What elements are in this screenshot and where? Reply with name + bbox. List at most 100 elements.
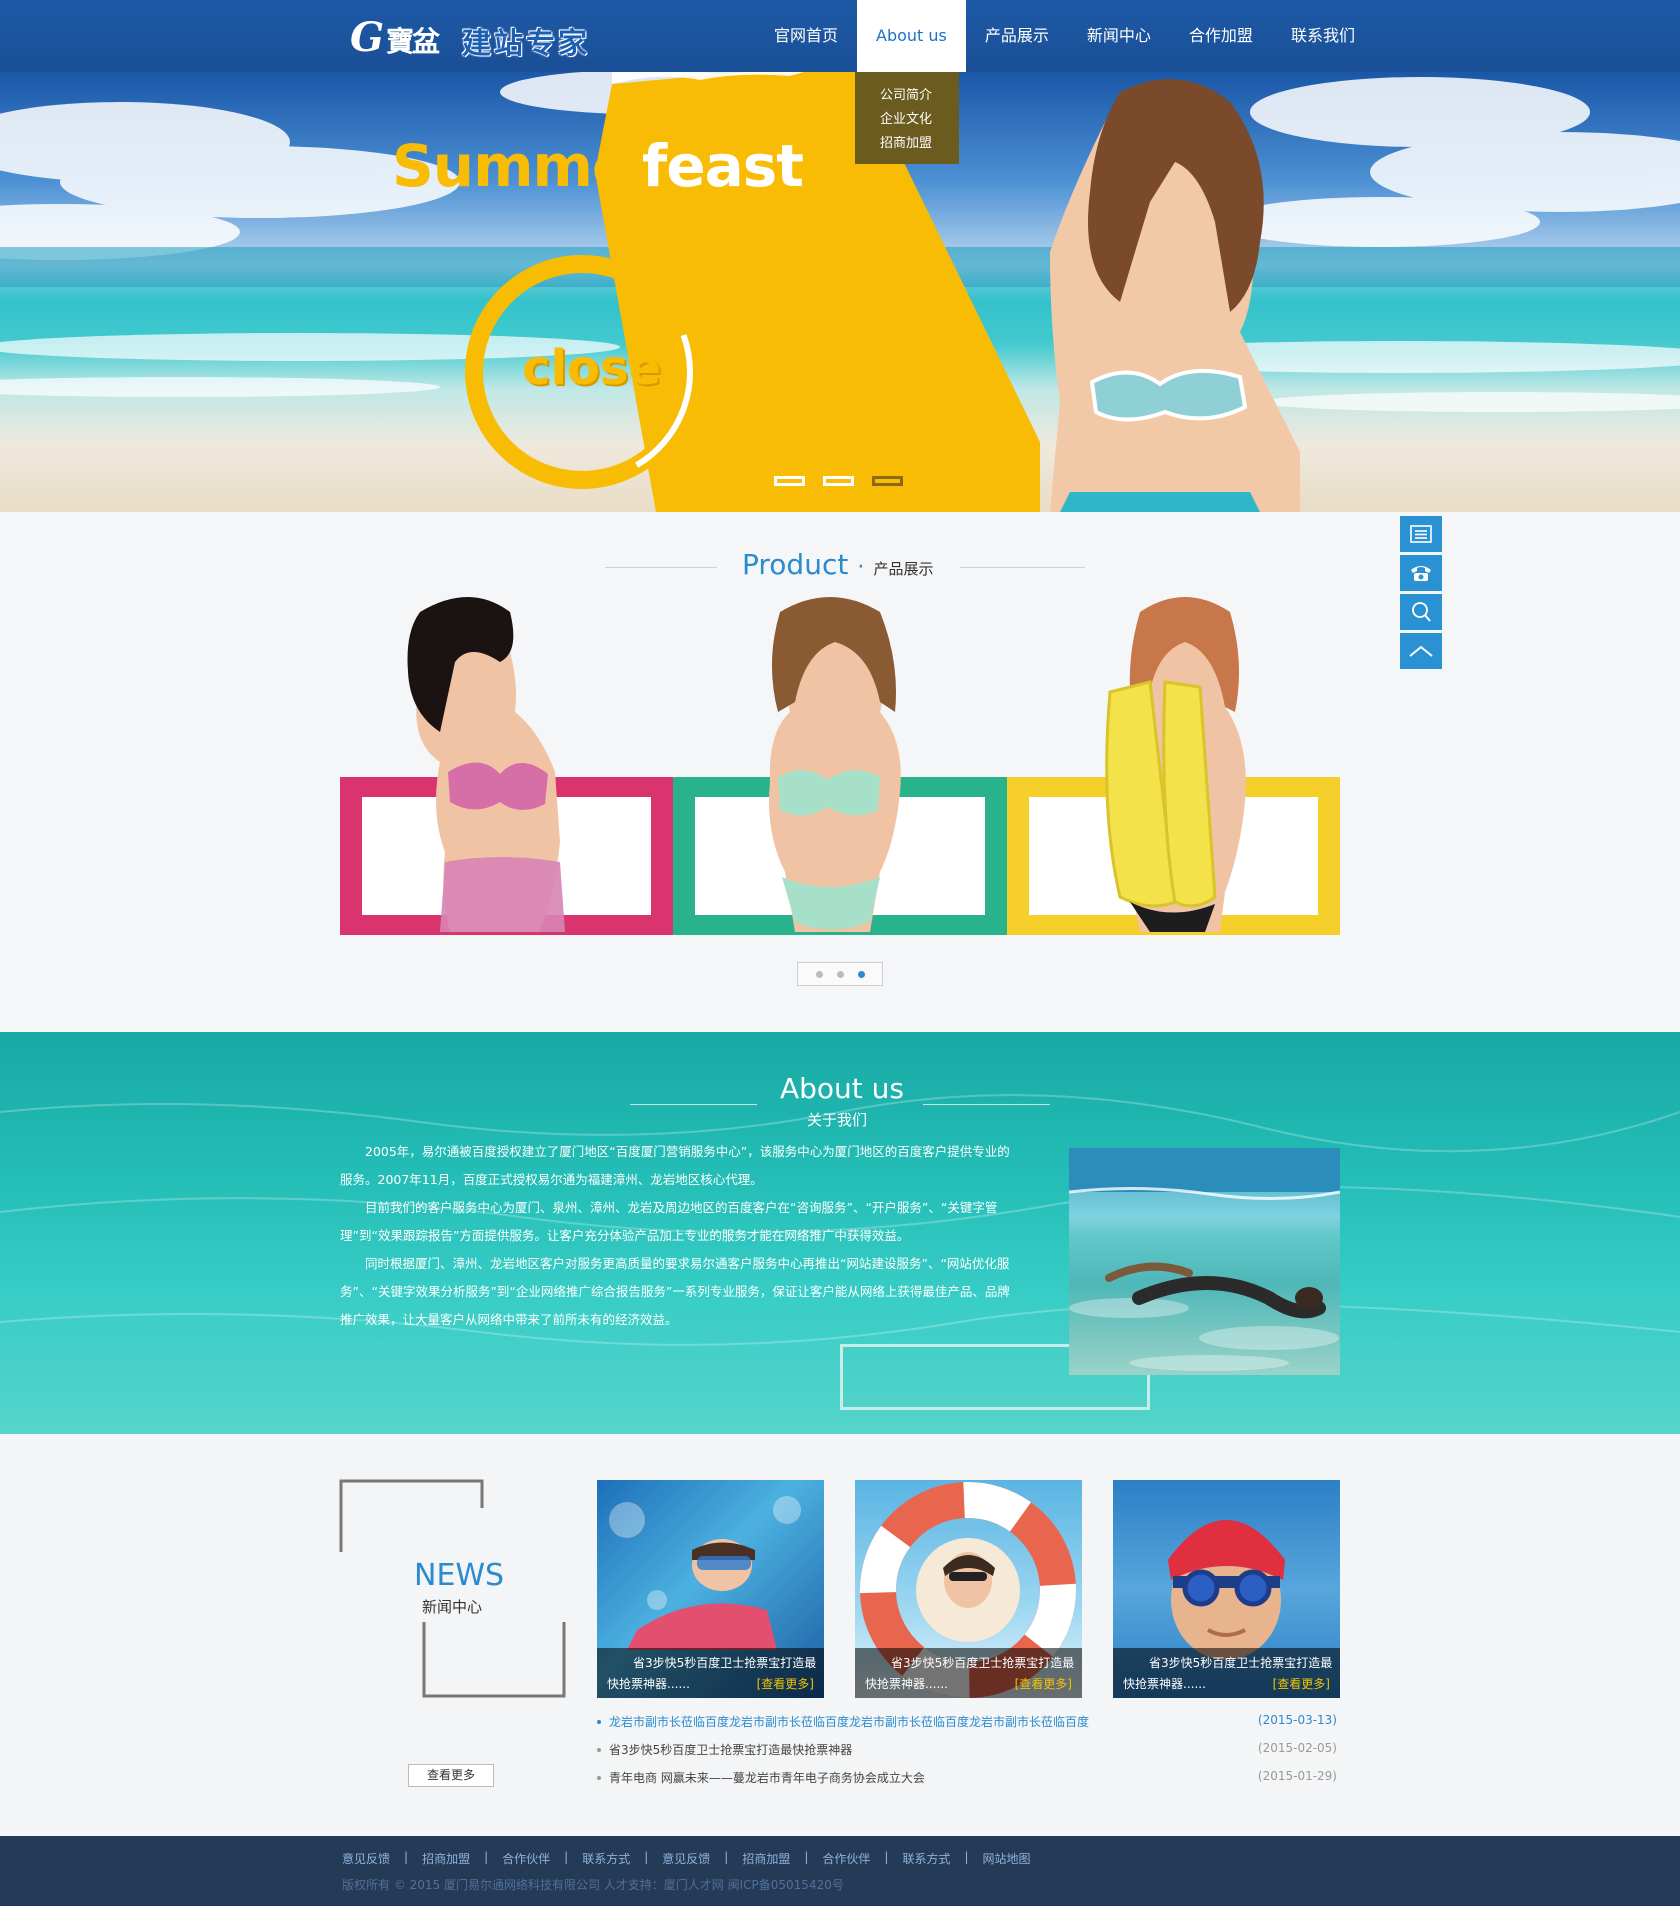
news-card-text: 省3步快5秒百度卫士抢票宝打造最 <box>633 1656 817 1670</box>
news-card-text: 快抢票神器...... <box>865 1677 948 1691</box>
news-card-caption: 省3步快5秒百度卫士抢票宝打造最 快抢票神器...... [查看更多] <box>1113 1648 1340 1698</box>
news-card-1[interactable]: 省3步快5秒百度卫士抢票宝打造最 快抢票神器...... [查看更多] <box>597 1480 824 1698</box>
dropdown-item-recruit[interactable]: 招商加盟 <box>855 132 959 156</box>
product-model-2[interactable] <box>769 597 901 932</box>
back-to-top-button[interactable] <box>1400 633 1442 669</box>
hero-artwork <box>0 72 1680 512</box>
hero-badge-close: close <box>522 340 662 396</box>
footer-separator: | <box>404 1850 409 1864</box>
footer-link[interactable]: 网站地图 <box>983 1850 1031 1867</box>
diver-illustration <box>1069 1148 1340 1371</box>
footer-link[interactable]: 招商加盟 <box>422 1850 470 1867</box>
about-paragraph: 2005年，易尔通被百度授权建立了厦门地区“百度厦门营销服务中心”，该服务中心为… <box>340 1144 1010 1187</box>
news-list-date: (2015-03-13) <box>1257 1713 1337 1727</box>
about-photo[interactable] <box>1069 1148 1340 1375</box>
footer-copyright: 版权所有 © 2015 厦门易尔通网络科技有限公司 人才支持：厦门人才网 闽IC… <box>342 1878 844 1892</box>
logo-slogan: 建站专家 <box>462 26 591 60</box>
nav-join[interactable]: 合作加盟 <box>1170 0 1272 72</box>
search-tool-button[interactable] <box>1400 594 1442 630</box>
nav-products[interactable]: 产品展示 <box>966 0 1068 72</box>
bullet-icon <box>597 1776 601 1780</box>
footer-separator: | <box>804 1850 809 1864</box>
footer-link[interactable]: 意见反馈 <box>662 1850 710 1867</box>
news-title-frame <box>339 1479 566 1698</box>
about-dropdown-menu: 公司简介 企业文化 招商加盟 <box>855 72 959 164</box>
footer-separator: | <box>644 1850 649 1864</box>
dropdown-item-profile[interactable]: 公司简介 <box>855 84 959 108</box>
bullet-icon <box>597 1720 601 1724</box>
news-list-item[interactable]: 省3步快5秒百度卫士抢票宝打造最快抢票神器 (2015-02-05) <box>597 1741 1337 1761</box>
footer-link[interactable]: 合作伙伴 <box>822 1850 870 1867</box>
news-list-item[interactable]: 龙岩市副市长莅临百度龙岩市副市长莅临百度龙岩市副市长莅临百度龙岩市副市长莅临百度… <box>597 1713 1337 1733</box>
news-card-2[interactable]: 省3步快5秒百度卫士抢票宝打造最 快抢票神器...... [查看更多] <box>855 1480 1082 1698</box>
news-list-date: (2015-01-29) <box>1257 1769 1337 1783</box>
hero-title-summer: Summer <box>392 132 659 200</box>
news-card-more-link[interactable]: [查看更多] <box>1273 1675 1330 1692</box>
footer-separator: | <box>964 1850 969 1864</box>
product-model-3[interactable] <box>1105 597 1246 932</box>
news-card-text: 快抢票神器...... <box>1123 1677 1206 1691</box>
about-rule-right <box>923 1104 1050 1105</box>
news-list-date: (2015-02-05) <box>1257 1741 1337 1755</box>
nav-contact[interactable]: 联系我们 <box>1272 0 1374 72</box>
footer-link[interactable]: 招商加盟 <box>742 1850 790 1867</box>
news-card-3[interactable]: 省3步快5秒百度卫士抢票宝打造最 快抢票神器...... [查看更多] <box>1113 1480 1340 1698</box>
about-title-en: About us <box>780 1072 905 1105</box>
nav-about[interactable]: About us <box>857 0 966 72</box>
bullet-icon <box>597 1748 601 1752</box>
news-card-text: 省3步快5秒百度卫士抢票宝打造最 <box>1149 1656 1333 1670</box>
pager-dot[interactable] <box>836 970 844 978</box>
footer-links: 意见反馈 | 招商加盟 | 合作伙伴 | 联系方式 | 意见反馈 | 招商加盟 | 合作伙伴… <box>342 1850 1031 1867</box>
pager-dot[interactable] <box>815 970 823 978</box>
pager-dot-active[interactable] <box>857 970 865 978</box>
news-more-button[interactable]: 查看更多 <box>408 1764 494 1787</box>
about-rule-left <box>630 1104 757 1105</box>
news-card-text: 快抢票神器...... <box>607 1677 690 1691</box>
hero-title-feast: feast <box>642 132 804 200</box>
news-card-text: 省3步快5秒百度卫士抢票宝打造最 <box>891 1656 1075 1670</box>
about-title-cn: 关于我们 <box>807 1111 868 1129</box>
site-logo[interactable]: G 寶盆 建站专家 <box>350 12 620 61</box>
about-text: 2005年，易尔通被百度授权建立了厦门地区“百度厦门营销服务中心”，该服务中心为… <box>340 1138 1010 1334</box>
list-icon <box>1410 525 1432 543</box>
news-section: NEWS 新闻中心 查看更多 省3步快5秒百度卫士抢票宝打造最 快抢票神器...… <box>0 1434 1680 1836</box>
footer-link[interactable]: 联系方式 <box>902 1850 950 1867</box>
slide-indicators <box>774 476 903 486</box>
slide-dot[interactable] <box>774 476 805 486</box>
footer-separator: | <box>884 1850 889 1864</box>
news-card-more-link[interactable]: [查看更多] <box>757 1675 814 1692</box>
side-toolbar <box>1400 516 1442 672</box>
footer-link[interactable]: 联系方式 <box>582 1850 630 1867</box>
menu-tool-button[interactable] <box>1400 516 1442 552</box>
back-to-top-icon <box>1409 645 1433 657</box>
dropdown-item-culture[interactable]: 企业文化 <box>855 108 959 132</box>
product-model-1[interactable] <box>407 597 566 932</box>
news-title-en: NEWS <box>414 1558 505 1593</box>
news-list-title[interactable]: 龙岩市副市长莅临百度龙岩市副市长莅临百度龙岩市副市长莅临百度龙岩市副市长莅临百度 <box>609 1713 1089 1730</box>
slide-dot[interactable] <box>823 476 854 486</box>
news-card-caption: 省3步快5秒百度卫士抢票宝打造最 快抢票神器...... [查看更多] <box>855 1648 1082 1698</box>
footer-link[interactable]: 合作伙伴 <box>502 1850 550 1867</box>
news-list-item[interactable]: 青年电商 网赢未来——蔓龙岩市青年电子商务协会成立大会 (2015-01-29) <box>597 1769 1337 1789</box>
footer-separator: | <box>564 1850 569 1864</box>
phone-icon <box>1411 566 1431 581</box>
main-nav: 官网首页 About us 产品展示 新闻中心 合作加盟 联系我们 <box>755 0 1374 72</box>
news-title-cn: 新闻中心 <box>422 1598 483 1616</box>
phone-tool-button[interactable] <box>1400 555 1442 591</box>
news-list-title[interactable]: 青年电商 网赢未来——蔓龙岩市青年电子商务协会成立大会 <box>609 1769 925 1786</box>
about-paragraph: 目前我们的客户服务中心为厦门、泉州、漳州、龙岩及周边地区的百度客户在“咨询服务”… <box>340 1200 998 1243</box>
search-icon <box>1412 602 1431 622</box>
logo-name: 寶盆 <box>386 25 440 58</box>
news-card-more-link[interactable]: [查看更多] <box>1015 1675 1072 1692</box>
slide-dot-active[interactable] <box>872 476 903 486</box>
news-card-caption: 省3步快5秒百度卫士抢票宝打造最 快抢票神器...... [查看更多] <box>597 1648 824 1698</box>
nav-news[interactable]: 新闻中心 <box>1068 0 1170 72</box>
footer-link[interactable]: 意见反馈 <box>342 1850 390 1867</box>
news-list-title[interactable]: 省3步快5秒百度卫士抢票宝打造最快抢票神器 <box>609 1741 852 1758</box>
logo-letter: G <box>350 14 385 61</box>
about-section: About us 关于我们 2005年，易尔通被百度授权建立了厦门地区“百度厦门… <box>0 1032 1680 1434</box>
footer-separator: | <box>724 1850 729 1864</box>
hero-banner: Summer feast close <box>0 72 1680 512</box>
nav-home[interactable]: 官网首页 <box>755 0 857 72</box>
footer-separator: | <box>484 1850 489 1864</box>
